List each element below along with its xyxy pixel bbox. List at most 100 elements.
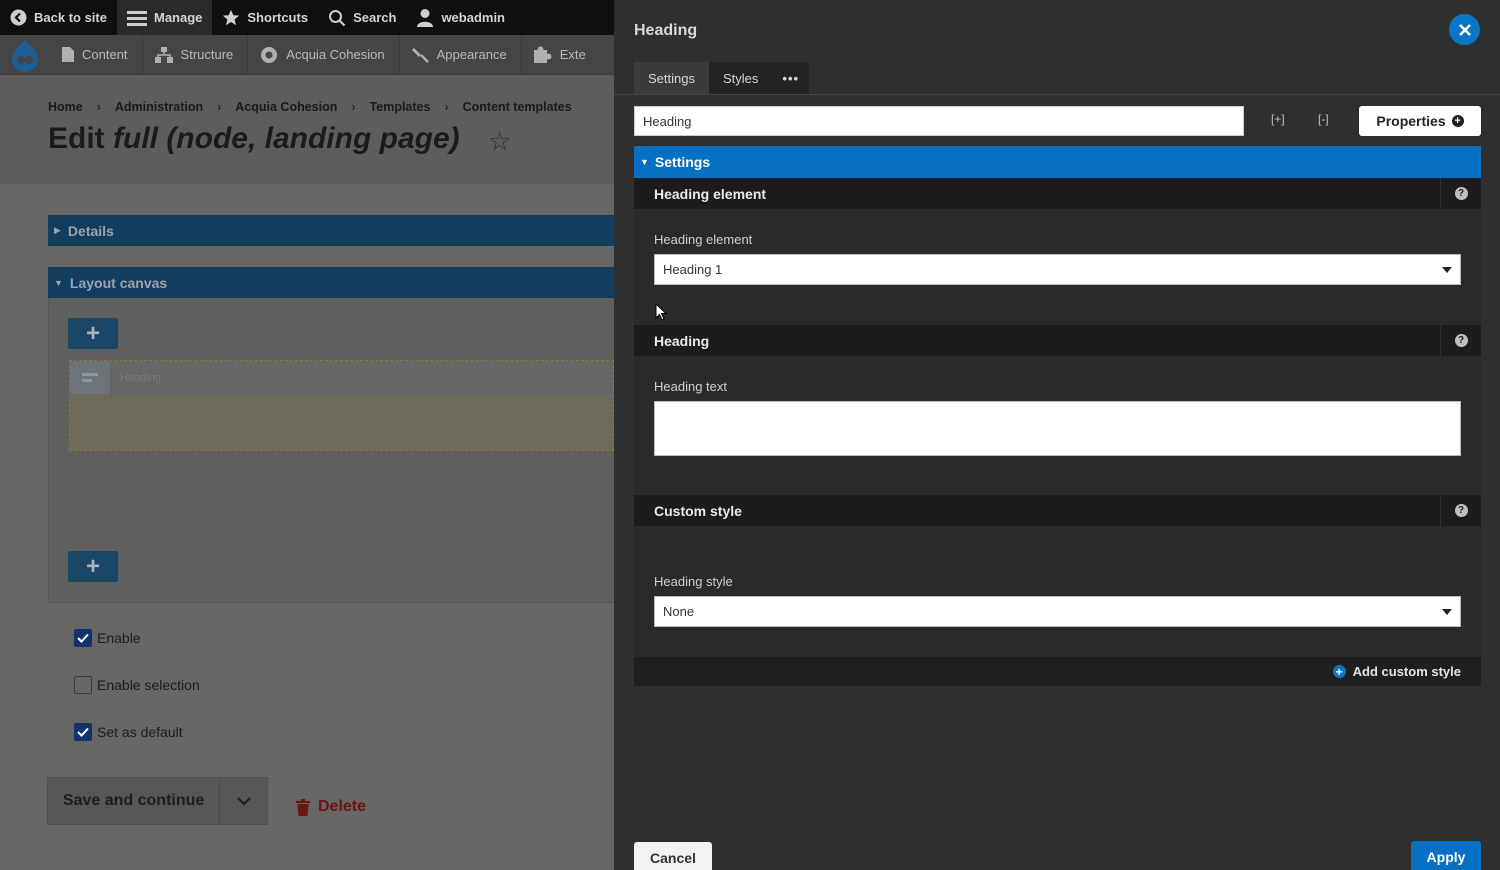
- delete-link[interactable]: Delete: [296, 798, 366, 816]
- paintbrush-icon: [411, 48, 429, 63]
- tab-more[interactable]: •••: [772, 62, 810, 94]
- section-custom-style: Custom style ? Heading style None: [634, 495, 1481, 657]
- expand-all-icon[interactable]: [+]: [1271, 112, 1285, 126]
- enable-selection-checkbox-row[interactable]: Enable selection: [74, 676, 200, 694]
- back-to-site-link[interactable]: Back to site: [0, 0, 117, 35]
- page-title: Edit full (node, landing page): [48, 122, 460, 156]
- caret-right-icon: ▶: [54, 225, 61, 235]
- breadcrumb-item[interactable]: Administration: [115, 100, 203, 114]
- manage-label: Manage: [153, 10, 203, 25]
- heading-component-label: Heading: [120, 371, 161, 384]
- tray-item-structure[interactable]: Structure: [143, 34, 249, 75]
- help-icon: ?: [1454, 504, 1468, 517]
- section-header: Custom style ?: [634, 495, 1481, 526]
- field-label: Heading text: [654, 379, 727, 394]
- tray-item-extend[interactable]: Exte: [522, 35, 600, 75]
- shortcuts-label: Shortcuts: [247, 10, 309, 25]
- enable-selection-checkbox[interactable]: [74, 676, 92, 694]
- component-name-input[interactable]: Heading: [634, 106, 1244, 136]
- field-label: Heading element: [654, 232, 753, 247]
- heading-component-body: [70, 394, 613, 450]
- save-and-continue-button[interactable]: Save and continue: [47, 777, 268, 825]
- help-icon: ?: [1454, 187, 1468, 200]
- enable-checkbox-row[interactable]: Enable: [74, 629, 141, 647]
- tab-styles[interactable]: Styles: [708, 62, 773, 94]
- breadcrumb-separator: ›: [96, 100, 101, 114]
- heading-component-header: Heading: [70, 361, 613, 394]
- page-title-prefix: Edit: [48, 122, 113, 155]
- tray-item-content[interactable]: Content: [50, 34, 143, 75]
- breadcrumb-item[interactable]: Content templates: [463, 100, 572, 114]
- tray-item-label: Content: [82, 47, 128, 62]
- tray-item-label: Acquia Cohesion: [286, 47, 385, 62]
- shortcuts-tab[interactable]: Shortcuts: [212, 0, 318, 35]
- user-icon: [417, 9, 434, 27]
- checkbox-label: Enable selection: [97, 677, 200, 693]
- favorite-star-icon[interactable]: ☆: [488, 126, 511, 157]
- close-button[interactable]: [1449, 14, 1480, 45]
- breadcrumb-separator: ›: [444, 100, 449, 114]
- plus-icon: +: [85, 552, 100, 580]
- back-arrow-icon: [10, 9, 27, 26]
- breadcrumb-item[interactable]: Home: [48, 100, 83, 114]
- user-tab[interactable]: webadmin: [406, 0, 515, 35]
- section-heading-element: Heading element ? Heading element Headin…: [634, 178, 1481, 325]
- plus-icon: +: [85, 319, 100, 347]
- add-custom-style-button[interactable]: + Add custom style: [634, 657, 1481, 686]
- heading-component-icon: [70, 361, 110, 394]
- heading-element-select[interactable]: Heading 1: [654, 254, 1461, 285]
- delete-label: Delete: [318, 798, 367, 815]
- properties-button[interactable]: Properties +: [1359, 106, 1481, 136]
- breadcrumb-item[interactable]: Acquia Cohesion: [235, 100, 337, 114]
- search-tab[interactable]: Search: [318, 0, 406, 35]
- settings-accordion[interactable]: ▼ Settings: [634, 146, 1481, 178]
- menu-icon: [126, 10, 147, 26]
- drupal-logo-icon[interactable]: [0, 35, 50, 75]
- help-button[interactable]: ?: [1440, 495, 1481, 526]
- add-component-button-bottom[interactable]: +: [68, 551, 118, 582]
- heading-component[interactable]: Heading: [69, 360, 614, 451]
- trash-icon: [296, 798, 310, 816]
- modal-title: Heading: [634, 22, 698, 39]
- layout-canvas-bar[interactable]: ▼ Layout canvas: [48, 267, 614, 298]
- tab-settings[interactable]: Settings: [634, 62, 709, 94]
- caret-down-icon: ▼: [54, 277, 63, 288]
- add-custom-style-label: Add custom style: [1352, 664, 1461, 679]
- set-as-default-checkbox-row[interactable]: Set as default: [74, 723, 183, 741]
- enable-checkbox[interactable]: [74, 629, 92, 647]
- heading-text-input[interactable]: [654, 401, 1461, 456]
- checkbox-label: Enable: [97, 630, 141, 646]
- manage-tab[interactable]: Manage: [116, 0, 213, 35]
- plus-circle-icon: +: [1451, 115, 1464, 127]
- page-title-italic: full (node, landing page): [113, 122, 460, 155]
- tray-item-label: Appearance: [436, 47, 507, 62]
- save-dropdown-toggle[interactable]: [219, 778, 267, 824]
- modal-tabs: Settings Styles •••: [634, 62, 810, 94]
- section-heading: Heading ? Heading text: [634, 325, 1481, 495]
- settings-accordion-label: Settings: [654, 154, 711, 170]
- mouse-pointer-icon: [655, 303, 667, 321]
- user-label: webadmin: [441, 10, 506, 25]
- help-button[interactable]: ?: [1440, 325, 1481, 356]
- admin-toolbar: Back to site Manage Shortcuts Search web…: [0, 0, 614, 35]
- admin-tray: Content Structure Acquia Cohesion Appear…: [0, 34, 614, 75]
- back-to-site-label: Back to site: [34, 10, 107, 25]
- set-as-default-checkbox[interactable]: [74, 723, 92, 741]
- breadcrumb: Home › Administration › Acquia Cohesion › T…: [48, 100, 572, 114]
- details-bar[interactable]: ▶ Details: [48, 215, 614, 246]
- cohesion-icon: [261, 46, 278, 63]
- tray-item-appearance[interactable]: Appearance: [400, 34, 522, 75]
- caret-down-icon: [1442, 267, 1452, 273]
- help-button[interactable]: ?: [1440, 178, 1481, 209]
- cancel-button[interactable]: Cancel: [634, 842, 712, 870]
- star-icon: [223, 9, 240, 25]
- heading-style-select[interactable]: None: [654, 596, 1461, 627]
- add-component-button-top[interactable]: +: [68, 318, 118, 349]
- breadcrumb-item[interactable]: Templates: [370, 100, 431, 114]
- tray-item-acquia-cohesion[interactable]: Acquia Cohesion: [248, 34, 400, 75]
- collapse-all-icon[interactable]: [-]: [1318, 112, 1329, 126]
- apply-button[interactable]: Apply: [1411, 841, 1481, 870]
- puzzle-icon: [533, 46, 552, 63]
- checkmark-icon: [77, 633, 89, 643]
- details-label: Details: [67, 222, 114, 239]
